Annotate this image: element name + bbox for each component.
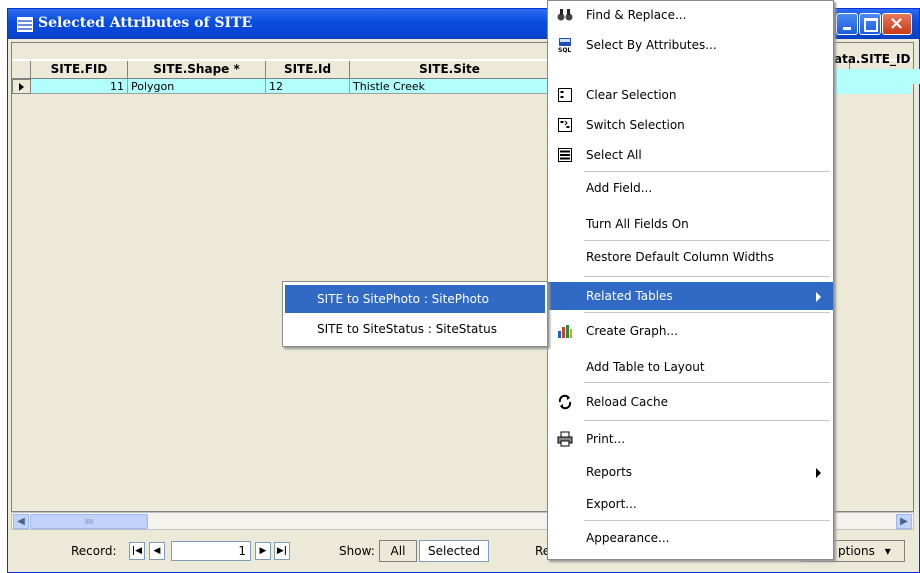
menu-item-add-field[interactable]: Add Field... — [548, 174, 833, 202]
submenu-arrow-icon — [816, 468, 821, 478]
cell-site-shape[interactable]: Polygon — [128, 79, 266, 94]
menu-item-select-by-attributes[interactable]: SQL Select By Attributes... — [548, 31, 833, 59]
minimize-icon — [843, 27, 851, 30]
menu-item-export[interactable]: Export... — [548, 490, 833, 518]
maximize-icon — [864, 18, 878, 32]
menu-item-print[interactable]: Print... — [548, 425, 833, 453]
menu-item-label: Select All — [586, 148, 642, 162]
menu-item-label: Select By Attributes... — [586, 38, 717, 52]
clear-selection-icon — [558, 88, 572, 102]
menu-item-label: Reload Cache — [586, 395, 668, 409]
menu-item-label: Add Field... — [586, 181, 653, 195]
previous-record-button[interactable]: ◀ — [149, 542, 165, 560]
menu-item-related-tables[interactable]: Related Tables — [548, 282, 833, 310]
scroll-thumb[interactable]: IIII — [30, 514, 148, 529]
menu-item-label: Print... — [586, 432, 626, 446]
menu-item-create-graph[interactable]: Create Graph... — [548, 317, 833, 345]
related-tables-submenu: SITE to SitePhoto : SitePhoto SITE to Si… — [282, 281, 548, 347]
menu-item-label: Turn All Fields On — [586, 217, 689, 231]
menu-item-label: Appearance... — [586, 531, 670, 545]
menu-item-label: Export... — [586, 497, 637, 511]
row-selector[interactable] — [12, 79, 31, 94]
header-corner[interactable] — [12, 61, 31, 79]
minimize-button[interactable] — [836, 13, 858, 35]
menu-separator — [584, 420, 830, 421]
scroll-left-button[interactable]: ◀ — [13, 514, 29, 529]
column-header-site-shape[interactable]: SITE.Shape * — [128, 61, 266, 79]
menu-item-label: Related Tables — [586, 289, 673, 303]
record-label: Record: — [71, 544, 117, 558]
next-record-button[interactable]: ▶ — [255, 542, 271, 560]
menu-separator — [584, 520, 830, 521]
submenu-arrow-icon — [816, 292, 821, 302]
column-header-join-site-id[interactable]: ata.SITE_ID — [834, 52, 910, 66]
record-number-input[interactable]: 1 — [171, 541, 251, 561]
show-label: Show: — [339, 544, 375, 558]
show-selected-button[interactable]: Selected — [419, 540, 489, 562]
sql-query-icon: SQL — [558, 38, 571, 53]
menu-item-select-all[interactable]: Select All — [548, 141, 833, 169]
menu-item-label: Restore Default Column Widths — [586, 250, 774, 264]
reload-icon — [558, 394, 572, 410]
cell-join-site-id[interactable] — [834, 69, 920, 84]
cell-site-fid[interactable]: 11 — [31, 79, 128, 94]
submenu-item-sitephoto[interactable]: SITE to SitePhoto : SitePhoto — [285, 285, 545, 313]
table-icon — [17, 17, 33, 32]
show-all-button[interactable]: All — [379, 540, 417, 562]
select-all-icon — [558, 148, 572, 162]
printer-icon — [557, 431, 573, 447]
cell-site-site[interactable]: Thistle Creek — [350, 79, 550, 94]
menu-separator — [584, 382, 830, 383]
menu-item-appearance[interactable]: Appearance... — [548, 524, 833, 552]
maximize-button[interactable] — [859, 13, 881, 35]
svg-text:SQL: SQL — [558, 47, 571, 53]
menu-separator — [584, 276, 830, 277]
submenu-item-sitestatus[interactable]: SITE to SiteStatus : SiteStatus — [285, 315, 545, 343]
last-record-button[interactable]: ▶| — [274, 542, 290, 560]
menu-item-add-table-to-layout[interactable]: Add Table to Layout — [548, 353, 833, 381]
menu-item-reload-cache[interactable]: Reload Cache — [548, 388, 833, 416]
graph-icon — [558, 325, 572, 338]
close-icon: × — [889, 13, 905, 34]
menu-item-find-replace[interactable]: Find & Replace... — [548, 1, 833, 29]
switch-selection-icon — [558, 118, 572, 132]
menu-item-turn-all-fields-on[interactable]: Turn All Fields On — [548, 210, 833, 238]
binoculars-icon — [557, 9, 573, 21]
current-row-arrow-icon — [19, 83, 24, 91]
window-title: Selected Attributes of SITE — [38, 15, 253, 31]
cell-site-id[interactable]: 12 — [266, 79, 350, 94]
column-header-site-fid[interactable]: SITE.FID — [31, 61, 128, 79]
column-header-site-site[interactable]: SITE.Site — [350, 61, 550, 79]
menu-item-label: Clear Selection — [586, 88, 677, 102]
first-record-button[interactable]: |◀ — [129, 542, 145, 560]
chevron-down-icon: ▾ — [884, 544, 891, 558]
menu-separator — [584, 312, 830, 313]
menu-item-label: Create Graph... — [586, 324, 678, 338]
close-button[interactable]: × — [882, 13, 912, 35]
scroll-right-button[interactable]: ▶ — [896, 514, 912, 529]
menu-item-clear-selection[interactable]: Clear Selection — [548, 81, 833, 109]
menu-item-label: Reports — [586, 465, 633, 479]
menu-item-restore-column-widths[interactable]: Restore Default Column Widths — [548, 243, 833, 271]
context-menu: Find & Replace... SQL Select By Attribut… — [547, 0, 834, 560]
menu-item-switch-selection[interactable]: Switch Selection — [548, 111, 833, 139]
menu-item-reports[interactable]: Reports — [548, 458, 833, 486]
menu-separator — [584, 240, 830, 241]
column-header-site-id[interactable]: SITE.Id — [266, 61, 350, 79]
menu-item-label: Switch Selection — [586, 118, 685, 132]
options-label: ptions — [838, 544, 875, 558]
menu-separator — [584, 171, 830, 172]
menu-item-label: Find & Replace... — [586, 8, 687, 22]
menu-item-label: Add Table to Layout — [586, 360, 705, 374]
